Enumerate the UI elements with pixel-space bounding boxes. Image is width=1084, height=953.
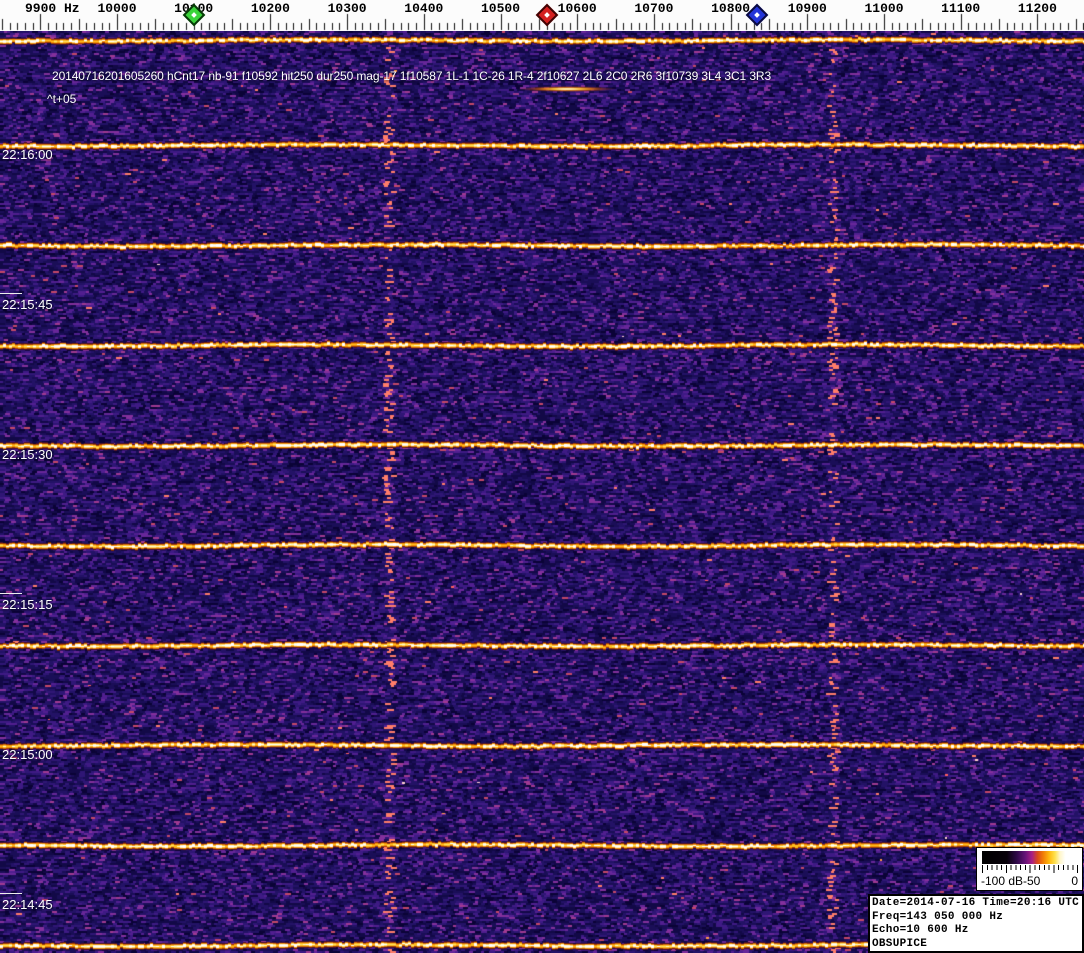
spectrogram-canvas[interactable] — [0, 31, 1084, 953]
station-info-box: Date=2014-07-16 Time=20:16 UTC Freq=143 … — [868, 894, 1084, 953]
freq-label: 10800 — [711, 1, 751, 16]
freq-label: 10600 — [557, 1, 597, 16]
info-frequency: Freq=143 050 000 Hz — [872, 910, 1004, 923]
freq-label: 10500 — [480, 1, 521, 16]
freq-label: 10700 — [634, 1, 674, 16]
time-label: 22:16:00 — [2, 147, 53, 162]
freq-label: 10200 — [250, 1, 290, 16]
freq-label: 10300 — [327, 1, 367, 16]
freq-label: 10000 — [97, 1, 137, 16]
freq-label: 11100 — [941, 1, 981, 16]
time-tick-icon — [0, 893, 22, 894]
time-tick-icon — [0, 593, 22, 594]
freq-label: 9900 Hz — [24, 1, 80, 16]
time-label: 22:15:00 — [2, 747, 53, 762]
freq-label: 11000 — [864, 1, 904, 16]
colorbar-label-min: -100 dB — [981, 874, 1024, 888]
freq-label: 11200 — [1017, 1, 1057, 16]
event-info-text: 20140716201605260 hCnt17 nb-91 f10592 hi… — [52, 69, 772, 83]
info-station: OBSUPICE — [872, 937, 928, 950]
info-date-time: Date=2014-07-16 Time=20:16 UTC — [872, 897, 1080, 909]
time-label: 22:14:45 — [2, 897, 53, 912]
time-offset-label: ^t+05 — [47, 92, 77, 106]
db-colorbar: -100 dB -50 0 — [976, 847, 1083, 891]
freq-label: 10900 — [787, 1, 827, 16]
time-label: 22:15:45 — [2, 297, 53, 312]
freq-label: 10400 — [404, 1, 444, 16]
info-echo: Echo=10 600 Hz — [872, 924, 969, 936]
time-tick-icon — [0, 293, 22, 294]
colorbar-label-mid: -50 — [1023, 874, 1041, 888]
colorbar-label-max: 0 — [1071, 874, 1078, 888]
time-label: 22:15:15 — [2, 597, 53, 612]
time-label: 22:15:30 — [2, 447, 53, 462]
colorbar-ticks-icon — [982, 865, 1078, 873]
colorbar-gradient — [982, 851, 1078, 864]
spectrogram-window: 9900 Hz100001010010200103001040010500106… — [0, 0, 1084, 953]
